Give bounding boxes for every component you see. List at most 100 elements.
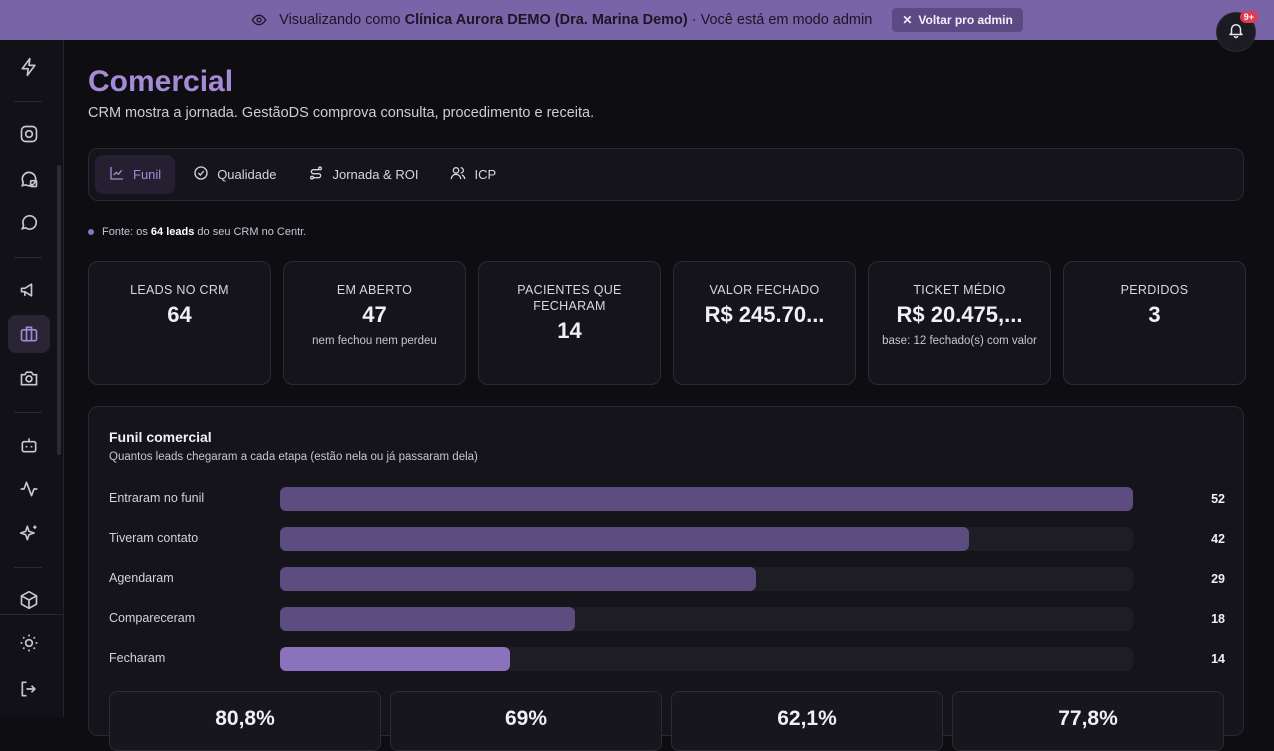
funnel-track <box>280 607 1133 631</box>
kpi-value: 64 <box>167 302 192 327</box>
funnel-bar <box>280 487 1133 511</box>
kpi-note: base: 12 fechado(s) com valor <box>882 335 1037 347</box>
bot-icon[interactable] <box>18 434 40 456</box>
conversion-rate-card: 69% <box>390 691 662 751</box>
kpi-note: nem fechou nem perdeu <box>312 335 437 347</box>
tab-qualidade[interactable]: Qualidade <box>179 155 290 194</box>
funnel-stage-label: Compareceram <box>109 611 196 625</box>
funnel-stage-label: Tiveram contato <box>109 531 199 545</box>
kpi-value: R$ 20.475,... <box>896 302 1023 327</box>
chat-sync-icon[interactable] <box>18 168 40 190</box>
sun-icon[interactable] <box>18 632 40 654</box>
funnel-stage-value: 14 <box>1211 652 1225 666</box>
tab-funil[interactable]: Funil <box>95 155 176 194</box>
back-to-admin-button[interactable]: ✕ Voltar pro admin <box>892 8 1023 32</box>
funnel-track <box>280 647 1133 671</box>
sidebar-divider <box>0 614 63 615</box>
kpi-label: PERDIDOS <box>1120 283 1189 297</box>
admin-impersonation-banner: Visualizando como Clínica Aurora DEMO (D… <box>0 0 1274 40</box>
route-icon <box>308 165 324 184</box>
lightning-icon[interactable] <box>18 56 40 78</box>
kpi-value: R$ 245.70... <box>704 302 825 327</box>
tab-icp[interactable]: ICP <box>436 155 510 194</box>
funnel-track <box>280 487 1133 511</box>
conversion-rate-card: 77,8% <box>952 691 1224 751</box>
funnel-track <box>280 567 1133 591</box>
sidebar-scrollbar[interactable] <box>57 165 61 455</box>
funnel-row: Fecharam 14 <box>109 647 1225 671</box>
kpi-label: EM ABERTO <box>336 283 413 297</box>
kpi-label: TICKET MÉDIO <box>913 283 1006 297</box>
page-subtitle: CRM mostra a jornada. GestãoDS comprova … <box>88 105 595 121</box>
sparkles-icon[interactable] <box>18 522 40 544</box>
tab-bar: Funil Qualidade Jornada & ROI ICP <box>88 148 1244 201</box>
tab-jornada-roi[interactable]: Jornada & ROI <box>294 155 432 194</box>
funnel-row: Agendaram 29 <box>109 567 1225 591</box>
sidebar-divider <box>14 567 42 568</box>
bell-icon <box>1227 21 1245 44</box>
whatsapp-icon[interactable] <box>18 211 40 233</box>
tab-label: ICP <box>474 167 497 182</box>
check-circle-icon <box>193 165 209 184</box>
funnel-title: Funil comercial <box>109 429 212 445</box>
banner-prefix: Visualizando como <box>279 12 401 28</box>
back-to-admin-label: Voltar pro admin <box>918 13 1013 27</box>
camera-icon[interactable] <box>18 367 40 389</box>
logout-icon[interactable] <box>18 678 40 700</box>
kpi-value: 47 <box>362 302 387 327</box>
sidebar-divider <box>14 101 42 102</box>
funnel-stage-label: Fecharam <box>109 651 166 665</box>
funnel-bar <box>280 647 510 671</box>
kpi-card-leads: LEADS NO CRM 64 <box>88 261 271 385</box>
funnel-stage-value: 18 <box>1211 612 1225 626</box>
funnel-bar <box>280 567 756 591</box>
kpi-value: 14 <box>557 318 582 343</box>
kpi-card-closed-value: VALOR FECHADO R$ 245.70... <box>673 261 856 385</box>
data-source-note: Fonte: os 64 leads do seu CRM no Centr. <box>88 226 306 238</box>
source-prefix: Fonte: os <box>102 226 148 238</box>
kpi-card-lost: PERDIDOS 3 <box>1063 261 1246 385</box>
kpi-card-open: EM ABERTO 47 nem fechou nem perdeu <box>283 261 466 385</box>
funnel-stage-label: Entraram no funil <box>109 491 205 505</box>
notifications-button[interactable]: 9+ <box>1216 11 1258 52</box>
tab-label: Funil <box>133 167 162 182</box>
users-icon <box>450 165 466 184</box>
funnel-row: Entraram no funil 52 <box>109 487 1225 511</box>
source-lead-count: 64 leads <box>150 226 195 238</box>
notification-count-badge: 9+ <box>1239 11 1258 23</box>
funnel-stage-value: 52 <box>1211 492 1225 506</box>
funnel-bar <box>280 607 575 631</box>
tab-label: Jornada & ROI <box>332 167 419 182</box>
commercial-funnel-panel: Funil comercial Quantos leads chegaram a… <box>88 406 1244 751</box>
activity-icon[interactable] <box>18 478 40 500</box>
megaphone-icon[interactable] <box>18 279 40 301</box>
funnel-row: Compareceram 18 <box>109 607 1225 631</box>
funnel-stage-label: Agendaram <box>109 571 174 585</box>
funnel-stage-value: 42 <box>1211 532 1225 546</box>
kpi-label: PACIENTES QUE FECHARAM <box>517 283 622 313</box>
eye-icon <box>251 12 267 28</box>
source-dot <box>88 229 94 235</box>
kpi-label: LEADS NO CRM <box>130 283 229 297</box>
close-icon: ✕ <box>902 13 913 27</box>
conversion-rate-card: 62,1% <box>671 691 943 751</box>
tab-label: Qualidade <box>217 167 277 182</box>
source-suffix: do seu CRM no Centr. <box>197 226 307 238</box>
banner-clinic-name: Clínica Aurora DEMO (Dra. Marina Demo) <box>404 12 688 28</box>
banner-suffix: · Você está em modo admin <box>691 12 873 28</box>
funnel-bar <box>280 527 969 551</box>
instagram-icon[interactable] <box>18 123 40 145</box>
kpi-card-closed-patients: PACIENTES QUE FECHARAM 14 <box>478 261 661 385</box>
funnel-stage-value: 29 <box>1211 572 1225 586</box>
kpi-row: LEADS NO CRM 64 EM ABERTO 47 nem fechou … <box>88 261 1246 385</box>
sidebar-divider <box>14 412 42 413</box>
banner-text: Visualizando como Clínica Aurora DEMO (D… <box>279 12 872 28</box>
sidebar-divider <box>14 257 42 258</box>
kpi-card-average-ticket: TICKET MÉDIO R$ 20.475,... base: 12 fech… <box>868 261 1051 385</box>
package-icon[interactable] <box>18 589 40 611</box>
funnel-subtitle: Quantos leads chegaram a cada etapa (est… <box>109 451 478 463</box>
sidebar: c <box>0 0 64 717</box>
briefcase-icon[interactable] <box>8 315 50 353</box>
kpi-value: 3 <box>1148 302 1161 327</box>
conversion-rate-row: 80,8% 69% 62,1% 77,8% <box>109 691 1224 751</box>
